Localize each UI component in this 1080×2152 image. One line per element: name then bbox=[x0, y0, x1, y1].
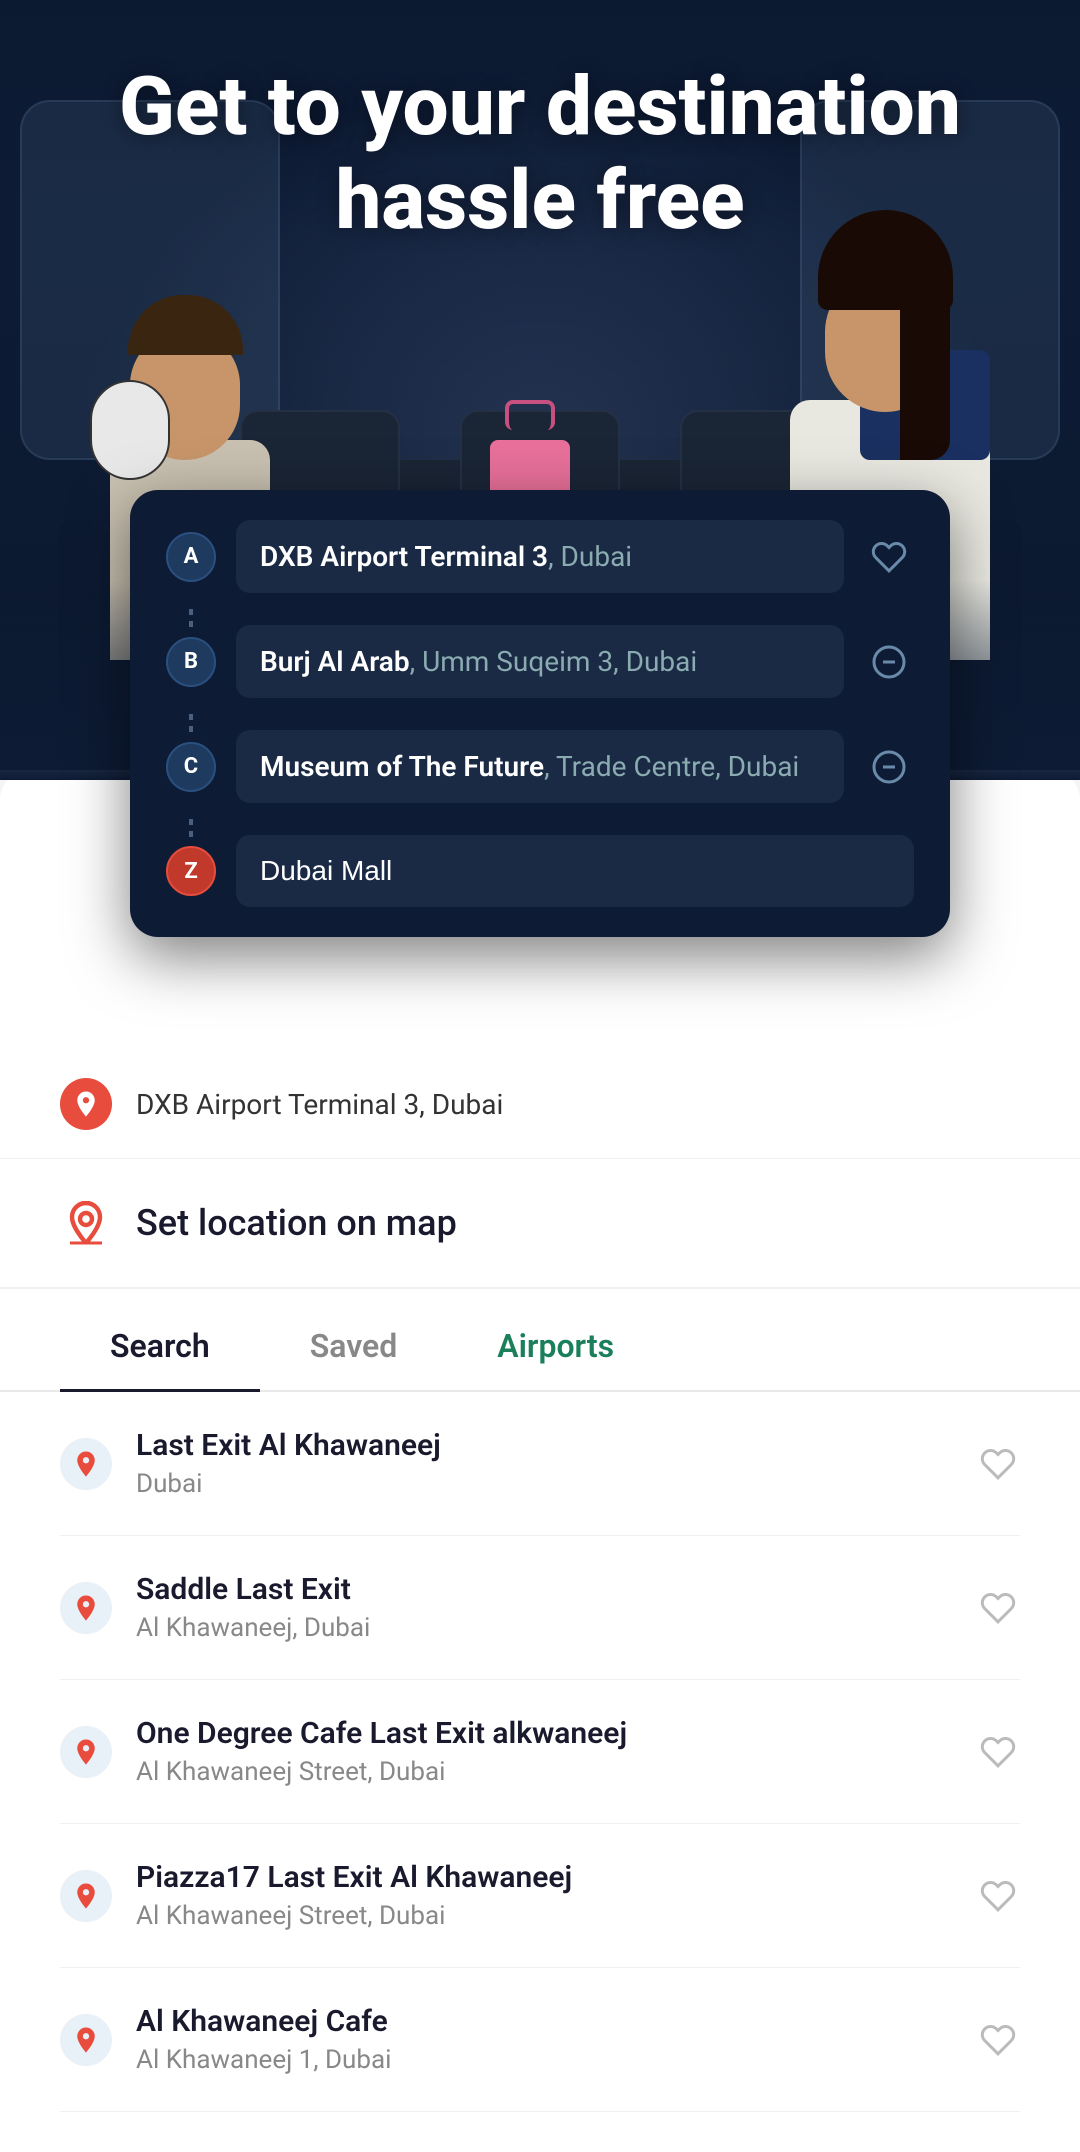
list-item[interactable]: Saddle Last Exit Al Khawaneej, Dubai bbox=[60, 1536, 1020, 1680]
result-address: Al Khawaneej Street, Dubai bbox=[136, 1901, 952, 1931]
route-stop-a: A DXB Airport Terminal 3, Dubai bbox=[166, 520, 914, 593]
tab-saved[interactable]: Saved bbox=[260, 1299, 448, 1392]
list-item[interactable]: One Degree Cafe Last Exit alkwaneej Al K… bbox=[60, 1680, 1020, 1824]
remove-button-c[interactable] bbox=[864, 742, 914, 792]
main-content: A DXB Airport Terminal 3, Dubai B Burj A… bbox=[0, 770, 1080, 2152]
result-name: Last Exit Al Khawaneej bbox=[136, 1428, 952, 1463]
set-location-row[interactable]: Set location on map bbox=[0, 1159, 1080, 1289]
route-stop-z: Z bbox=[166, 835, 914, 907]
tab-search[interactable]: Search bbox=[60, 1299, 260, 1392]
route-stop-c: C Museum of The Future, Trade Centre, Du… bbox=[166, 730, 914, 803]
route-card: A DXB Airport Terminal 3, Dubai B Burj A… bbox=[130, 490, 950, 937]
waypoint-badge-b: B bbox=[166, 637, 216, 687]
waypoint-badge-c: C bbox=[166, 742, 216, 792]
list-item[interactable]: Last Exit Al Khawaneej Dubai bbox=[60, 1392, 1020, 1536]
remove-button-b[interactable] bbox=[864, 637, 914, 687]
result-info: One Degree Cafe Last Exit alkwaneej Al K… bbox=[136, 1716, 952, 1787]
route-display-c[interactable]: Museum of The Future, Trade Centre, Duba… bbox=[236, 730, 844, 803]
route-display-b[interactable]: Burj Al Arab, Umm Suqeim 3, Dubai bbox=[236, 625, 844, 698]
set-location-text: Set location on map bbox=[136, 1202, 457, 1244]
result-name: One Degree Cafe Last Exit alkwaneej bbox=[136, 1716, 952, 1751]
favorite-icon[interactable] bbox=[976, 1586, 1020, 1630]
favorite-icon[interactable] bbox=[976, 2018, 1020, 2062]
prev-location-pin bbox=[60, 1078, 112, 1130]
result-address: Al Khawaneej 1, Dubai bbox=[136, 2045, 952, 2075]
route-stop-b: B Burj Al Arab, Umm Suqeim 3, Dubai bbox=[166, 625, 914, 698]
prev-location-row[interactable]: DXB Airport Terminal 3, Dubai bbox=[0, 1050, 1080, 1159]
result-name: Saddle Last Exit bbox=[136, 1572, 952, 1607]
results-list: Last Exit Al Khawaneej Dubai Saddle Last bbox=[0, 1392, 1080, 2112]
result-info: Al Khawaneej Cafe Al Khawaneej 1, Dubai bbox=[136, 2004, 952, 2075]
result-pin-icon bbox=[60, 1870, 112, 1922]
result-pin-icon bbox=[60, 2014, 112, 2066]
hero-title: Get to your destination hassle free bbox=[0, 60, 1080, 249]
white-card: DXB Airport Terminal 3, Dubai Set locati… bbox=[0, 770, 1080, 2152]
route-display-a[interactable]: DXB Airport Terminal 3, Dubai bbox=[236, 520, 844, 593]
result-info: Last Exit Al Khawaneej Dubai bbox=[136, 1428, 952, 1499]
result-info: Piazza17 Last Exit Al Khawaneej Al Khawa… bbox=[136, 1860, 952, 1931]
tab-airports[interactable]: Airports bbox=[447, 1299, 664, 1392]
tabs-row: Search Saved Airports bbox=[0, 1299, 1080, 1392]
result-address: Al Khawaneej, Dubai bbox=[136, 1613, 952, 1643]
waypoint-badge-a: A bbox=[166, 532, 216, 582]
favorite-icon[interactable] bbox=[976, 1730, 1020, 1774]
result-info: Saddle Last Exit Al Khawaneej, Dubai bbox=[136, 1572, 952, 1643]
favorite-icon[interactable] bbox=[976, 1442, 1020, 1486]
list-item[interactable]: Al Khawaneej Cafe Al Khawaneej 1, Dubai bbox=[60, 1968, 1020, 2112]
result-name: Piazza17 Last Exit Al Khawaneej bbox=[136, 1860, 952, 1895]
waypoint-badge-z: Z bbox=[166, 846, 216, 896]
favorite-button-a[interactable] bbox=[864, 532, 914, 582]
favorite-icon[interactable] bbox=[976, 1874, 1020, 1918]
result-pin-icon bbox=[60, 1582, 112, 1634]
result-address: Al Khawaneej Street, Dubai bbox=[136, 1757, 952, 1787]
result-name: Al Khawaneej Cafe bbox=[136, 2004, 952, 2039]
result-pin-icon bbox=[60, 1438, 112, 1490]
map-pin-icon bbox=[60, 1197, 112, 1249]
result-pin-icon bbox=[60, 1726, 112, 1778]
list-item[interactable]: Piazza17 Last Exit Al Khawaneej Al Khawa… bbox=[60, 1824, 1020, 1968]
destination-input[interactable] bbox=[236, 835, 914, 907]
result-address: Dubai bbox=[136, 1469, 952, 1499]
prev-location-text: DXB Airport Terminal 3, Dubai bbox=[136, 1088, 503, 1121]
